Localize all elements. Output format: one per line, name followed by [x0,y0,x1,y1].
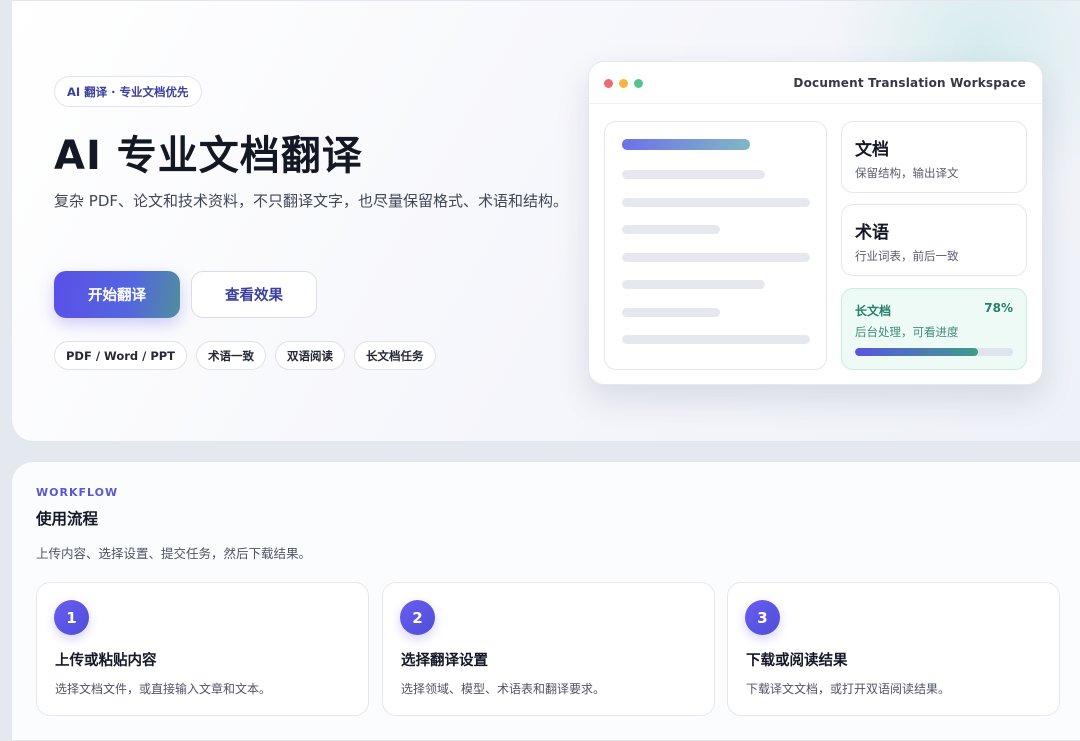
feature-card-terminology: 术语 行业词表，前后一致 [841,204,1027,276]
doc-heading-line [622,139,750,150]
chip-long-docs: 长文档任务 [354,341,436,370]
workflow-title: 使用流程 [36,510,99,528]
doc-text-line [622,170,765,179]
workflow-eyebrow: WORKFLOW [36,486,119,499]
document-preview [604,121,827,370]
chip-formats: PDF / Word / PPT [54,341,188,370]
chip-bilingual: 双语阅读 [275,341,346,370]
window-titlebar: Document Translation Workspace [589,62,1042,104]
card-subtitle: 行业词表，前后一致 [855,249,959,263]
step-description: 选择领域、模型、术语表和翻译要求。 [401,682,606,696]
hero-section: AI 翻译 · 专业文档优先 AI 专业文档翻译 复杂 PDF、论文和技术资料，… [11,0,1080,442]
progress-title: 长文档 [855,304,892,318]
card-title: 术语 [855,223,889,243]
doc-text-line [622,335,810,344]
step-number-badge: 3 [745,600,780,635]
step-description: 下载译文文档，或打开双语阅读结果。 [746,682,951,696]
start-translation-button[interactable]: 开始翻译 [54,271,180,318]
progress-bar-fill [855,348,979,356]
step-title: 下载或阅读结果 [746,653,848,669]
doc-text-line [622,253,810,262]
doc-text-line [622,280,765,289]
progress-subtitle: 后台处理，可看进度 [855,325,959,339]
workflow-step-2: 2 选择翻译设置 选择领域、模型、术语表和翻译要求。 [382,582,715,716]
feature-card-long-document: 长文档 78% 后台处理，可看进度 [841,288,1027,370]
workflow-step-1: 1 上传或粘贴内容 选择文档文件，或直接输入文章和文本。 [36,582,369,716]
progress-bar [855,348,1013,356]
feature-chips: PDF / Word / PPT 术语一致 双语阅读 长文档任务 [54,341,436,370]
window-minimize-dot [619,79,628,88]
step-title: 上传或粘贴内容 [55,653,157,669]
card-subtitle: 保留结构，输出译文 [855,166,959,180]
view-results-button[interactable]: 查看效果 [191,271,317,318]
workflow-section: WORKFLOW 使用流程 上传内容、选择设置、提交任务，然后下载结果。 1 上… [11,461,1080,741]
hero-eyebrow-badge: AI 翻译 · 专业文档优先 [54,76,202,107]
hero-description: 复杂 PDF、论文和技术资料，不只翻译文字，也尽量保留格式、术语和结构。 [54,192,568,210]
step-number-badge: 2 [400,600,435,635]
step-title: 选择翻译设置 [401,653,488,669]
window-close-dot [604,79,613,88]
workflow-description: 上传内容、选择设置、提交任务，然后下载结果。 [36,546,312,561]
step-description: 选择文档文件，或直接输入文章和文本。 [55,682,272,696]
workspace-preview-window: Document Translation Workspace 文档 保留结构，输… [588,61,1043,385]
progress-percent: 78% [984,301,1013,315]
step-number-badge: 1 [54,600,89,635]
workflow-step-3: 3 下载或阅读结果 下载译文文档，或打开双语阅读结果。 [727,582,1060,716]
window-maximize-dot [634,79,643,88]
feature-card-document: 文档 保留结构，输出译文 [841,121,1027,193]
workspace-title: Document Translation Workspace [793,76,1026,90]
page-title: AI 专业文档翻译 [54,133,363,179]
card-title: 文档 [855,140,889,160]
doc-text-line [622,198,810,207]
chip-terminology: 术语一致 [196,341,267,370]
doc-text-line [622,308,720,317]
doc-text-line [622,225,720,234]
